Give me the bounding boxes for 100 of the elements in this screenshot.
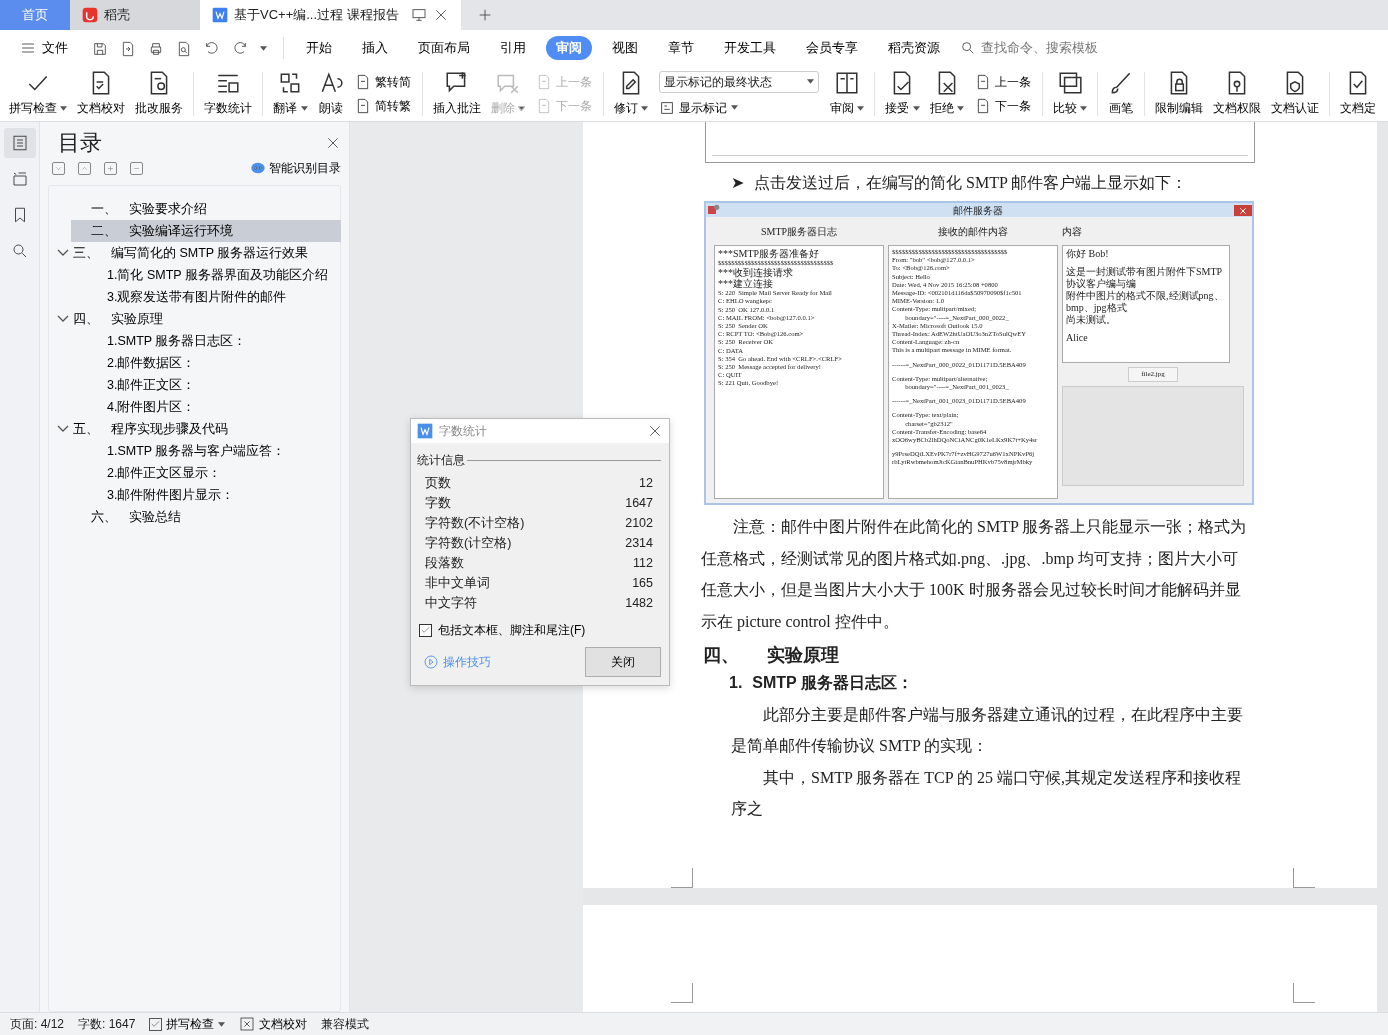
save-icon (92, 40, 108, 57)
text-line: Alice (1066, 332, 1089, 344)
menu-tab[interactable]: 章节 (658, 36, 704, 60)
toc-item[interactable]: 1.SMTP 服务器日志区： (71, 330, 341, 352)
close-button[interactable] (647, 423, 663, 439)
ribbon-button[interactable]: 文档权限 (1208, 70, 1266, 117)
toc-item[interactable]: 3.邮件正文区： (71, 374, 341, 396)
stat-label: 字符数(计空格) (425, 534, 512, 552)
play-icon (423, 654, 439, 670)
ribbon-button[interactable]: 批改服务 (130, 70, 189, 117)
toc-tool-button[interactable] (104, 161, 117, 175)
toc-item[interactable]: 一、 实验要求介绍 (71, 198, 341, 220)
smart-toc-button[interactable]: 智能识别目录 (249, 159, 341, 177)
ribbon-button[interactable]: 文档认证 (1266, 70, 1324, 117)
text-line: 你好 Bob! (1066, 248, 1110, 260)
app-tab[interactable]: 基于VC++编...过程 课程报告 (200, 0, 461, 30)
spell-check-toggle[interactable]: 拼写检查 (149, 1015, 226, 1033)
toc-item[interactable]: 1.SMTP 服务器与客户端应答： (71, 440, 341, 462)
app-icon (417, 423, 433, 439)
caret-icon (807, 79, 814, 84)
preview-icon (176, 40, 192, 57)
ribbon-button[interactable]: 限制编辑 (1150, 70, 1208, 117)
ribbon-button[interactable]: 下一条 (974, 96, 1031, 115)
outline-icon (10, 134, 29, 152)
toc-item[interactable]: 2.邮件正文区显示： (71, 462, 341, 484)
menu-tab[interactable]: 开始 (296, 36, 342, 60)
app-tab[interactable]: 稻壳 (70, 0, 200, 30)
mode-label: 兼容模式 (321, 1016, 370, 1033)
ribbon-button[interactable]: 文档定 (1335, 70, 1381, 117)
stat-label: 非中文单词 (425, 574, 490, 592)
ribbon-button[interactable]: 文档校对 (72, 70, 131, 117)
include-checkbox[interactable]: 包括文本框、脚注和尾注(F) (419, 621, 586, 639)
undo-icon (204, 40, 220, 57)
toc-item[interactable]: 3.观察发送带有图片附件的邮件 (71, 286, 341, 308)
ribbon-button[interactable]: 字数统计 (199, 70, 258, 117)
text-line: 附件中图片的格式不限,经测试png、bmp、jpg格式 (1066, 290, 1225, 314)
toc-tool-button[interactable] (78, 161, 91, 175)
toc-item[interactable]: 三、 编写简化的 SMTP 服务器运行效果 (55, 242, 341, 264)
caret-icon (260, 46, 267, 52)
bullet-icon: ➤ (731, 171, 744, 195)
search-field[interactable]: 查找命令、搜索模板 (960, 37, 1130, 59)
panel-icon (834, 70, 861, 96)
crop-mark (1293, 868, 1315, 888)
panel-title: 目录 (57, 129, 102, 157)
menu-tab[interactable]: 视图 (602, 36, 648, 60)
crop-mark (671, 868, 693, 888)
document-icon (212, 7, 228, 23)
ribbon-button[interactable]: 修订 (608, 70, 653, 117)
ribbon-button[interactable]: 显示标记 (659, 98, 819, 117)
markup-select[interactable]: 显示标记的最终状态 (659, 70, 819, 93)
toc-item[interactable]: 五、 程序实现步骤及代码 (55, 418, 341, 440)
toc-item[interactable]: 4.附件图片区： (71, 396, 341, 418)
text-line: 尚未测试。 (1066, 314, 1117, 326)
toc-item[interactable]: 二、 实验编译运行环境 (71, 220, 341, 242)
logo-icon (82, 7, 98, 23)
stat-value: 1482 (625, 594, 653, 612)
close-button[interactable]: 关闭 (585, 647, 661, 677)
stat-label: 字数 (425, 494, 451, 512)
toc-item[interactable]: 四、 实验原理 (55, 308, 341, 330)
stat-value: 2314 (625, 534, 653, 552)
text-line: 这是一封测试带有图片附件下SMTP协议客户编与编 (1066, 266, 1224, 290)
toc-item[interactable]: 六、 实验总结 (71, 506, 341, 528)
ribbon-button[interactable]: 拒绝 (924, 70, 969, 117)
toc-tool-button[interactable] (130, 161, 143, 175)
file-menu[interactable]: 文件 (10, 36, 78, 60)
ribbon-button[interactable]: 比较 (1047, 70, 1092, 117)
menu-tab[interactable]: 会员专享 (796, 36, 868, 60)
caret-icon (731, 105, 738, 110)
paragraph: 其中，SMTP 服务器在 TCP 的 25 端口守候,其规定发送程序和接收程序之 (730, 767, 1242, 820)
toc-tool-button[interactable] (52, 161, 65, 175)
menu-tab[interactable]: 引用 (490, 36, 536, 60)
ribbon-button[interactable]: 插入批注 (427, 70, 486, 117)
menu-tab[interactable]: 页面布局 (408, 36, 480, 60)
proofread-button[interactable]: 文档校对 (239, 1015, 308, 1033)
ribbon-button[interactable]: 繁转简 (354, 72, 411, 91)
menu-tab[interactable]: 稻壳资源 (878, 36, 950, 60)
menu-tab[interactable]: 开发工具 (714, 36, 786, 60)
ribbon-button[interactable]: 上一条 (974, 72, 1031, 91)
robot-icon (249, 160, 266, 176)
ribbon-button[interactable]: 翻译 (268, 70, 313, 117)
toc-item[interactable]: 2.邮件数据区： (71, 352, 341, 374)
menu-tab[interactable]: 插入 (352, 36, 398, 60)
close-icon (647, 423, 663, 439)
heading: SMTP 服务器日志区： (752, 673, 913, 693)
toc-item[interactable]: 1.简化 SMTP 服务器界面及功能区介绍 (71, 264, 341, 286)
ribbon-button[interactable]: 画笔 (1103, 70, 1139, 117)
sidebar-tab[interactable] (3, 128, 36, 158)
ribbon-button[interactable]: 审阅 (825, 70, 870, 117)
ribbon-button[interactable]: 朗读 (312, 70, 349, 117)
column-heading: 内容 (1062, 224, 1083, 239)
navigation-icon (10, 170, 29, 188)
stat-value: 2102 (625, 514, 653, 532)
ribbon-button[interactable]: 简转繁 (354, 96, 411, 115)
ribbon-button[interactable]: 接受 (880, 70, 925, 117)
stat-value: 165 (632, 574, 653, 592)
close-button[interactable] (1234, 204, 1252, 216)
dialog-title: 字数统计 (439, 423, 487, 440)
ribbon-button[interactable]: 拼写检查 (4, 70, 73, 117)
toc-item[interactable]: 3.邮件附件图片显示： (71, 484, 341, 506)
window-title: 邮件服务器 (953, 203, 1003, 218)
